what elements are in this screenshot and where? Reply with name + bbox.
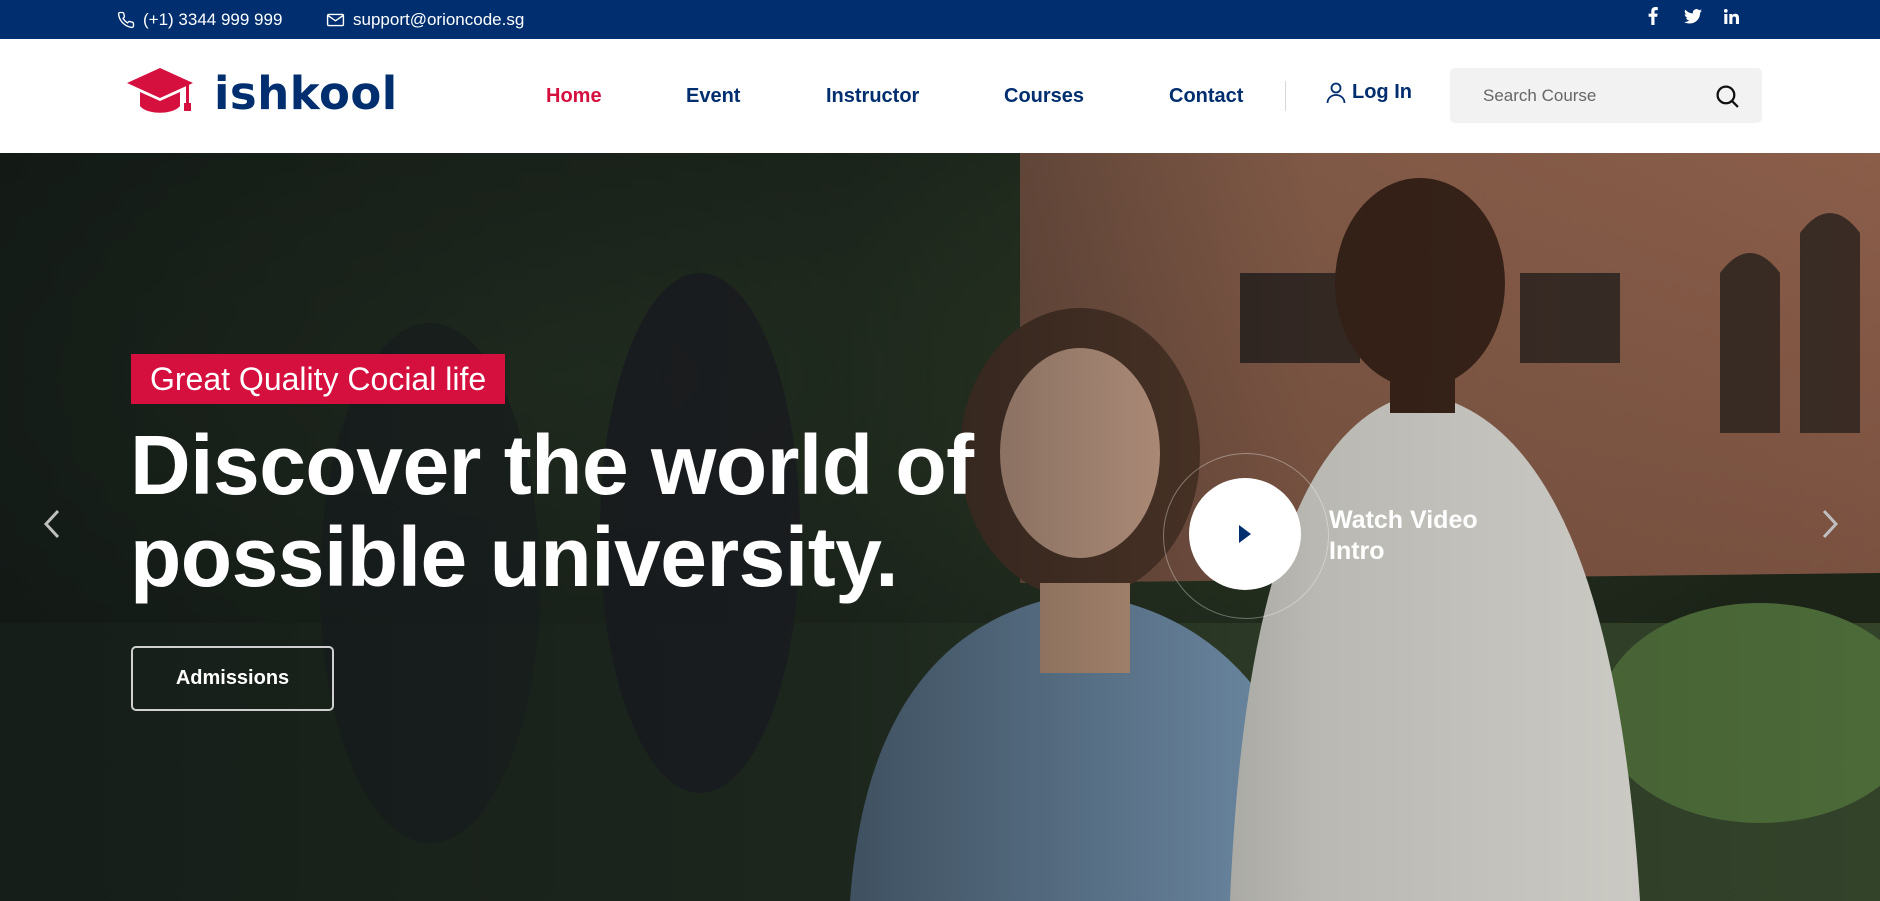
linkedin-icon [1724, 8, 1739, 24]
slider-prev-button[interactable] [42, 508, 62, 545]
nav-contact[interactable]: Contact [1169, 85, 1243, 108]
main-header: ishkool Home Event Instructor Courses Co… [0, 39, 1880, 153]
email-address: support@orioncode.sg [353, 9, 525, 29]
admissions-button[interactable]: Admissions [131, 646, 334, 711]
hero-headline-line2: possible university. [130, 510, 899, 604]
hero-headline-line1: Discover the world of [130, 418, 974, 512]
watch-video-label[interactable]: Watch Video Intro [1329, 505, 1519, 567]
search-box [1450, 68, 1762, 123]
phone-number: (+1) 3344 999 999 [143, 9, 283, 29]
phone-icon [117, 11, 135, 28]
nav-event[interactable]: Event [686, 85, 740, 108]
hero-tagline: Great Quality Cocial life [131, 354, 506, 404]
nav-home[interactable]: Home [546, 85, 602, 108]
chevron-left-icon [43, 509, 60, 539]
play-icon [1239, 525, 1251, 543]
watch-video-line2: Intro [1329, 537, 1385, 565]
logo[interactable]: ishkool [127, 67, 398, 120]
watch-video-line1: Watch Video [1329, 506, 1478, 534]
logo-text: ishkool [214, 67, 398, 120]
top-bar: (+1) 3344 999 999 support@orioncode.sg [0, 0, 1880, 39]
twitter-icon [1684, 8, 1702, 24]
nav-courses[interactable]: Courses [1004, 85, 1084, 108]
search-input[interactable] [1450, 68, 1710, 123]
hero-headline: Discover the world of possible universit… [130, 419, 1110, 603]
phone-contact[interactable]: (+1) 3344 999 999 [117, 0, 282, 39]
slider-next-button[interactable] [1820, 508, 1840, 545]
email-contact[interactable]: support@orioncode.sg [326, 0, 524, 39]
search-icon [1716, 85, 1739, 108]
facebook-icon [1648, 7, 1658, 25]
hero-slider: Great Quality Cocial life Discover the w… [0, 153, 1880, 901]
nav-instructor[interactable]: Instructor [826, 85, 919, 108]
facebook-link[interactable] [1648, 0, 1658, 32]
search-button[interactable] [1715, 84, 1740, 114]
login-button[interactable]: Log In [1326, 81, 1412, 104]
linkedin-link[interactable] [1724, 0, 1739, 32]
play-video-button[interactable] [1189, 478, 1301, 590]
twitter-link[interactable] [1684, 0, 1702, 32]
nav-divider [1285, 81, 1286, 111]
mail-icon [326, 13, 345, 26]
chevron-right-icon [1822, 509, 1839, 539]
login-label: Log In [1352, 81, 1412, 103]
graduation-cap-icon [127, 67, 193, 113]
user-icon [1326, 82, 1346, 103]
